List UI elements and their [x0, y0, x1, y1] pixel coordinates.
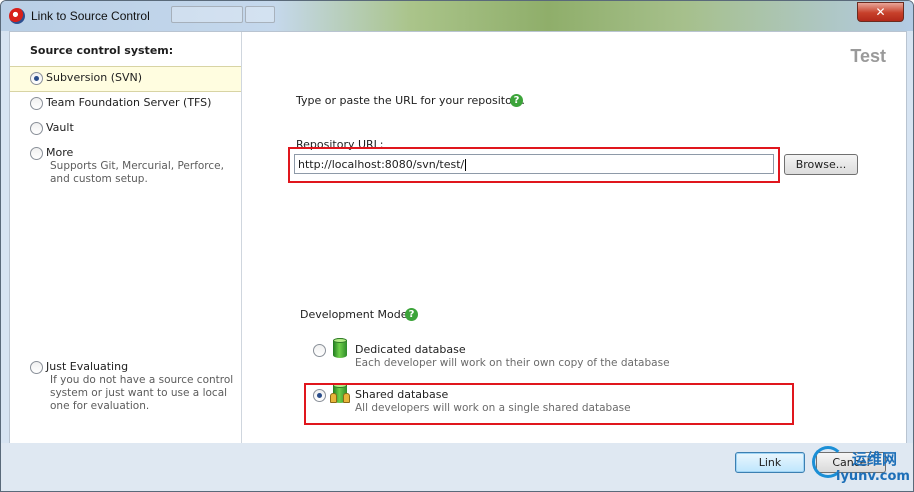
dedicated-database-label[interactable]: Dedicated database [355, 343, 466, 356]
dialog-footer: Link Cancel [1, 443, 913, 491]
database-icon [333, 338, 347, 358]
link-to-source-control-dialog: Link to Source Control ✕ Source control … [0, 0, 914, 492]
highlight-box-shared-database [304, 383, 794, 425]
option-label: Just Evaluating [46, 360, 129, 373]
watermark-chinese-text: 运维网 [852, 450, 898, 468]
option-tfs[interactable]: Team Foundation Server (TFS) [10, 92, 241, 114]
repository-settings-panel: Test Type or paste the URL for your repo… [242, 32, 906, 443]
dedicated-database-description: Each developer will work on their own co… [355, 357, 670, 369]
database-name: Test [850, 46, 886, 66]
option-subversion[interactable]: Subversion (SVN) [10, 66, 241, 92]
vault-radio[interactable] [30, 122, 43, 135]
option-description: If you do not have a source control syst… [50, 374, 234, 412]
subversion-radio[interactable] [30, 72, 43, 85]
option-label: Subversion (SVN) [46, 71, 143, 84]
option-label: More [46, 146, 74, 159]
window-title: Link to Source Control [31, 9, 150, 23]
dedicated-database-radio[interactable] [313, 344, 326, 357]
more-radio[interactable] [30, 147, 43, 160]
link-button[interactable]: Link [735, 452, 805, 473]
dialog-content: Source control system: Subversion (SVN) … [9, 31, 907, 444]
intro-label: Type or paste the URL for your repositor… [296, 94, 525, 107]
highlight-box-url [288, 147, 780, 183]
tfs-radio[interactable] [30, 97, 43, 110]
option-label: Vault [46, 121, 74, 134]
option-label: Team Foundation Server (TFS) [46, 96, 212, 109]
help-icon[interactable]: ? [405, 308, 418, 321]
source-control-system-panel: Source control system: Subversion (SVN) … [10, 32, 242, 443]
watermark: 运维网 iyunv.com [812, 442, 912, 490]
option-more[interactable]: More Supports Git, Mercurial, Perforce, … [10, 142, 241, 188]
option-just-evaluating[interactable]: Just Evaluating If you do not have a sou… [10, 356, 241, 416]
background-window-tab [245, 6, 275, 23]
development-model-label: Development Model: [300, 308, 415, 321]
option-vault[interactable]: Vault [10, 117, 241, 139]
browse-button[interactable]: Browse... [784, 154, 858, 175]
app-icon [9, 8, 25, 24]
option-description: Supports Git, Mercurial, Perforce, and c… [50, 160, 224, 185]
source-control-heading: Source control system: [30, 44, 174, 57]
intro-text: Type or paste the URL for your repositor… [296, 94, 525, 107]
title-bar[interactable]: Link to Source Control ✕ [1, 1, 913, 31]
watermark-domain-text: iyunv.com [836, 469, 910, 484]
help-icon[interactable]: ? [510, 94, 523, 107]
background-window-tab [171, 6, 243, 23]
just-evaluating-radio[interactable] [30, 361, 43, 374]
close-button[interactable]: ✕ [857, 2, 904, 22]
